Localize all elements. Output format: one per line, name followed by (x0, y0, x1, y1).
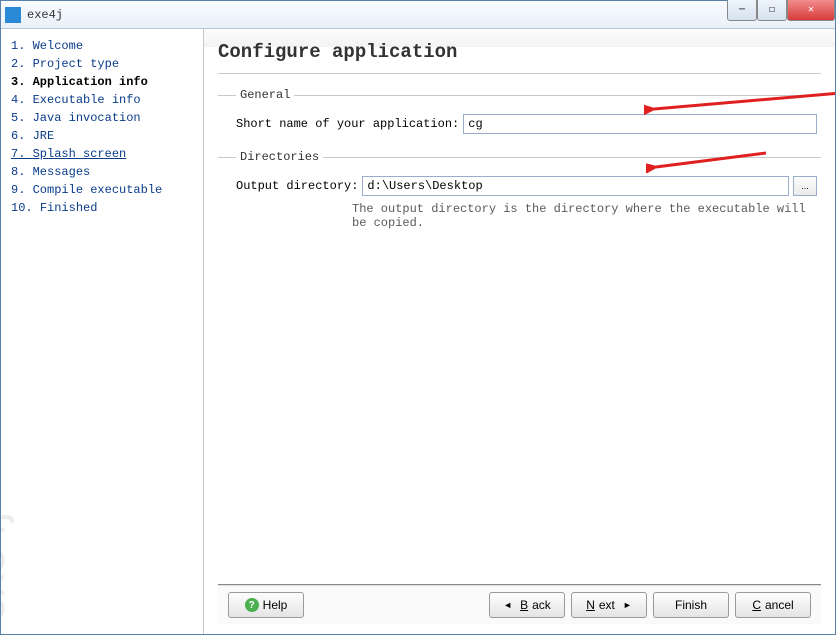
minimize-button[interactable]: ─ (727, 0, 757, 21)
sidebar-item-application-info[interactable]: 3. Application info (7, 73, 197, 91)
watermark: exe4j (1, 512, 15, 622)
general-legend: General (236, 88, 294, 102)
cancel-button[interactable]: Cancel (735, 592, 811, 618)
output-dir-input[interactable] (362, 176, 789, 196)
window-title: exe4j (27, 8, 63, 22)
sidebar-item-welcome[interactable]: 1. Welcome (7, 37, 197, 55)
wizard-sidebar: 1. Welcome 2. Project type 3. Applicatio… (1, 29, 204, 634)
help-icon: ? (245, 598, 259, 612)
short-name-input[interactable] (463, 114, 817, 134)
sidebar-item-finished[interactable]: 10. Finished (7, 199, 197, 217)
sidebar-item-jre[interactable]: 6. JRE (7, 127, 197, 145)
sidebar-item-compile-executable[interactable]: 9. Compile executable (7, 181, 197, 199)
page-title: Configure application (218, 39, 821, 74)
sidebar-item-executable-info[interactable]: 4. Executable info (7, 91, 197, 109)
main-panel: Configure application General Short name… (204, 29, 835, 634)
help-button[interactable]: ? Help (228, 592, 304, 618)
app-icon (5, 7, 21, 23)
short-name-label: Short name of your application: (236, 117, 459, 131)
output-dir-hint: The output directory is the directory wh… (352, 202, 817, 230)
button-bar: ? Help Back Next Finish Cancel (218, 584, 821, 624)
sidebar-item-splash-screen[interactable]: 7. Splash screen (7, 145, 197, 163)
general-fieldset: General Short name of your application: (218, 88, 821, 140)
next-button[interactable]: Next (571, 592, 647, 618)
directories-fieldset: Directories Output directory: ... The ou… (218, 150, 821, 234)
back-button[interactable]: Back (489, 592, 565, 618)
close-button[interactable]: ✕ (787, 0, 835, 21)
sidebar-item-java-invocation[interactable]: 5. Java invocation (7, 109, 197, 127)
finish-button[interactable]: Finish (653, 592, 729, 618)
directories-legend: Directories (236, 150, 323, 164)
sidebar-item-messages[interactable]: 8. Messages (7, 163, 197, 181)
sidebar-item-project-type[interactable]: 2. Project type (7, 55, 197, 73)
browse-button[interactable]: ... (793, 176, 817, 196)
output-dir-label: Output directory: (236, 179, 358, 193)
titlebar: exe4j ─ ☐ ✕ (1, 1, 835, 29)
maximize-button[interactable]: ☐ (757, 0, 787, 21)
